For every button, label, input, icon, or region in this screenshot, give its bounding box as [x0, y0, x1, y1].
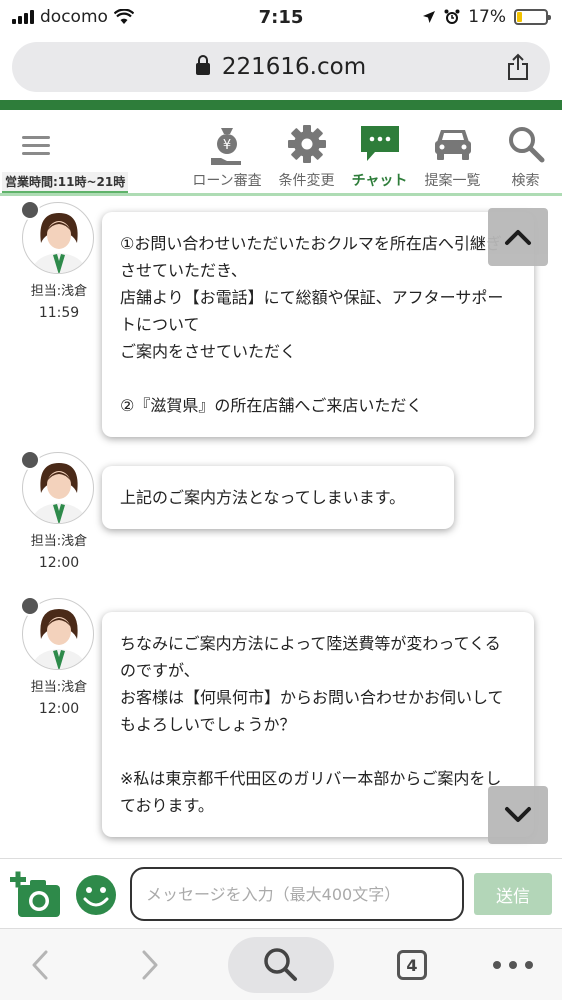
nav-label-loan: ローン審査: [192, 173, 262, 189]
message-bubble: 上記のご案内方法となってしまいます。: [102, 466, 454, 529]
send-button[interactable]: 送信: [474, 873, 552, 915]
message-time: 11:59: [38, 305, 80, 321]
tabs-button[interactable]: 4: [392, 929, 432, 1000]
chat-icon: [360, 126, 399, 161]
alarm-icon: [444, 9, 460, 24]
share-icon[interactable]: [506, 53, 530, 81]
battery-level: [517, 12, 522, 22]
tab-count: 4: [397, 950, 427, 980]
battery-percent: 17%: [468, 7, 506, 27]
gear-icon: [287, 125, 326, 163]
nav-label-search: 検索: [511, 173, 540, 189]
agent-name: 担当:浅倉: [30, 680, 88, 695]
nav-item-chat[interactable]: チャット: [343, 110, 416, 196]
scroll-down-button[interactable]: [488, 786, 548, 844]
chevron-right-icon: [142, 950, 158, 980]
nav-item-conditions[interactable]: 条件変更: [270, 110, 343, 196]
more-dots-icon: [493, 961, 533, 969]
browser-toolbar: 4: [0, 928, 562, 1000]
message-time: 12:00: [38, 701, 80, 717]
lock-icon: [195, 55, 210, 75]
browser-search-button[interactable]: [228, 937, 334, 993]
search-icon: [264, 948, 297, 981]
back-button[interactable]: [20, 929, 60, 1000]
agent-name: 担当:浅倉: [30, 534, 88, 549]
scroll-up-button[interactable]: [488, 208, 548, 266]
car-icon: [434, 130, 471, 160]
add-photo-button[interactable]: [10, 871, 62, 919]
agent-info: 担当:浅倉 11:59: [20, 200, 96, 321]
forward-button[interactable]: [130, 929, 170, 1000]
site-nav: ¥ ローン審査 条件変更 チャット 提案一覧 検索: [184, 110, 562, 196]
status-bar: docomo 7:15 17%: [0, 0, 562, 34]
status-dot: [20, 200, 40, 220]
svg-text:¥: ¥: [223, 138, 231, 153]
location-arrow-icon: [423, 11, 436, 23]
business-hours: 営業時間:11時~21時: [2, 172, 129, 193]
status-dot: [20, 450, 40, 470]
chevron-left-icon: [32, 950, 48, 980]
agent-info: 担当:浅倉 12:00: [20, 596, 96, 717]
chevron-down-icon: [505, 807, 531, 822]
battery-icon: [514, 9, 551, 25]
message-bubble: ちなみにご案内方法によって陸送費等が変わってくるのですが、 お客様は【何県何市】…: [102, 612, 534, 837]
nav-item-proposals[interactable]: 提案一覧: [416, 110, 489, 196]
agent-info: 担当:浅倉 12:00: [20, 450, 96, 571]
signal-icon: [12, 10, 34, 24]
address-bar[interactable]: 221616.com: [12, 42, 550, 92]
url-text: 221616.com: [221, 54, 367, 80]
emoji-button[interactable]: [74, 873, 118, 917]
nav-label-proposals: 提案一覧: [424, 173, 481, 189]
site-header: 営業時間:11時~21時 ¥ ローン審査 条件変更 チャット 提案一覧 検索: [0, 110, 562, 196]
nav-label-chat: チャット: [351, 173, 408, 189]
loan-icon: ¥: [211, 128, 241, 165]
menu-icon[interactable]: [22, 136, 50, 156]
message-input[interactable]: [130, 867, 464, 921]
chevron-up-icon: [505, 230, 531, 245]
status-dot: [20, 596, 40, 616]
agent-name: 担当:浅倉: [30, 284, 88, 299]
chat-log[interactable]: 担当:浅倉 11:59 ①お問い合わせいただいたおクルマを所在店へ引継ぎさせてい…: [0, 196, 562, 858]
message-composer: 送信: [0, 858, 562, 928]
more-button[interactable]: [490, 929, 536, 1000]
message-time: 12:00: [38, 555, 80, 571]
nav-label-conditions: 条件変更: [278, 173, 335, 189]
header-accent-bar: [0, 100, 562, 110]
wifi-icon: [113, 9, 134, 24]
search-icon: [508, 127, 544, 163]
nav-item-search[interactable]: 検索: [489, 110, 562, 196]
nav-item-loan[interactable]: ¥ ローン審査: [184, 110, 270, 196]
message-bubble: ①お問い合わせいただいたおクルマを所在店へ引継ぎさせていただき、 店舗より【お電…: [102, 212, 534, 437]
carrier-label: docomo: [40, 7, 108, 27]
